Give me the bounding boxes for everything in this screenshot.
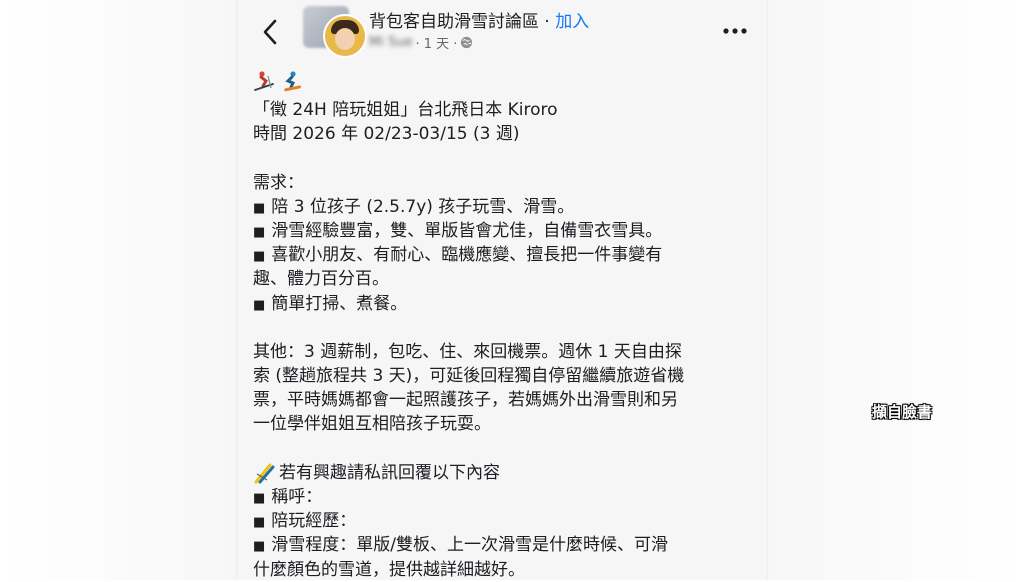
bullet: ■ — [253, 249, 266, 265]
other-paragraph-line: 票，平時媽媽都會一起照護孩子，若媽媽外出滑雪則和另 — [253, 390, 678, 411]
needs-item: ■ 滑雪經驗豐富，雙、單版皆會尤佳，自備雪衣雪具。 — [253, 220, 663, 241]
author-avatar[interactable] — [323, 14, 367, 58]
bullet: ■ — [253, 491, 266, 506]
more-options-button[interactable] — [722, 20, 748, 42]
post-title: 「徵 24H 陪玩姐姐」台北飛日本 Kiroro — [253, 100, 558, 120]
post-time[interactable]: · 1 天 · — [415, 33, 457, 52]
bullet: ■ — [253, 297, 266, 313]
other-paragraph-line: 索 (整趟旅程共 3 天)，可延後回程獨自停留繼續旅遊省機 — [253, 366, 685, 387]
post-meta: Mi Sue · 1 天 · — [369, 33, 473, 52]
join-button[interactable]: 加入 — [555, 12, 589, 32]
interest-item: ■ 稱呼： — [253, 487, 323, 507]
globe-icon — [461, 36, 473, 49]
interest-item: ■ 陪玩經歷： — [253, 511, 357, 532]
post-schedule: 時間 2026 年 02/23-03/15 (3 週) — [253, 124, 520, 145]
snowboarder-emoji — [284, 71, 301, 92]
other-paragraph-line: 其他：3 週薪制，包吃、住、來回機票。週休 1 天自由探 — [253, 341, 682, 362]
leading-emojis — [253, 68, 763, 94]
bullet: ■ — [253, 539, 266, 555]
interest-item: ■ 滑雪程度：單版/雙板、上一次滑雪是什麼時候、可滑 — [253, 535, 669, 556]
needs-heading: 需求： — [253, 172, 304, 193]
needs-item: ■ 簡單打掃、煮餐。 — [253, 293, 408, 314]
post-body: 「徵 24H 陪玩姐姐」台北飛日本 Kiroro 時間 2026 年 02/23… — [253, 68, 763, 582]
bullet: ■ — [253, 224, 266, 240]
post-header: 背包客自助滑雪討論區 · 加入 Mi Sue · 1 天 · — [237, 0, 769, 62]
skis-emoji — [254, 463, 275, 484]
more-horizontal-icon — [723, 28, 747, 34]
skier-emoji — [254, 71, 274, 91]
needs-item: ■ 喜歡小朋友、有耐心、臨機應變、擅長把一件事變有 — [253, 245, 663, 266]
group-name[interactable]: 背包客自助滑雪討論區 — [369, 12, 539, 32]
title-separator: · — [539, 12, 556, 32]
left-letterbox — [0, 0, 236, 580]
group-avatar[interactable] — [303, 6, 367, 58]
back-button[interactable] — [259, 17, 283, 47]
facebook-post-screen: 背包客自助滑雪討論區 · 加入 Mi Sue · 1 天 · 「徵 24H 陪玩… — [236, 0, 768, 580]
other-paragraph-line: 一位學伴姐姐互相陪孩子玩耍。 — [253, 414, 491, 435]
needs-item-continuation: 趣、體力百分百。 — [253, 269, 389, 290]
interest-heading: 若有興趣請私訊回覆以下內容 — [253, 461, 763, 485]
right-letterbox — [768, 0, 1024, 580]
author-name[interactable]: Mi Sue — [369, 35, 412, 50]
group-title-line: 背包客自助滑雪討論區 · 加入 — [369, 7, 589, 32]
interest-item-continuation: 什麼顏色的雪道，提供越詳細越好。 — [253, 559, 525, 580]
chevron-left-icon — [263, 19, 277, 45]
source-watermark: 擷自臉書 — [872, 403, 933, 421]
needs-item: ■ 陪 3 位孩子 (2.5.7y) 孩子玩雪、滑雪。 — [253, 196, 575, 217]
bullet: ■ — [253, 200, 266, 216]
bullet: ■ — [253, 515, 266, 531]
